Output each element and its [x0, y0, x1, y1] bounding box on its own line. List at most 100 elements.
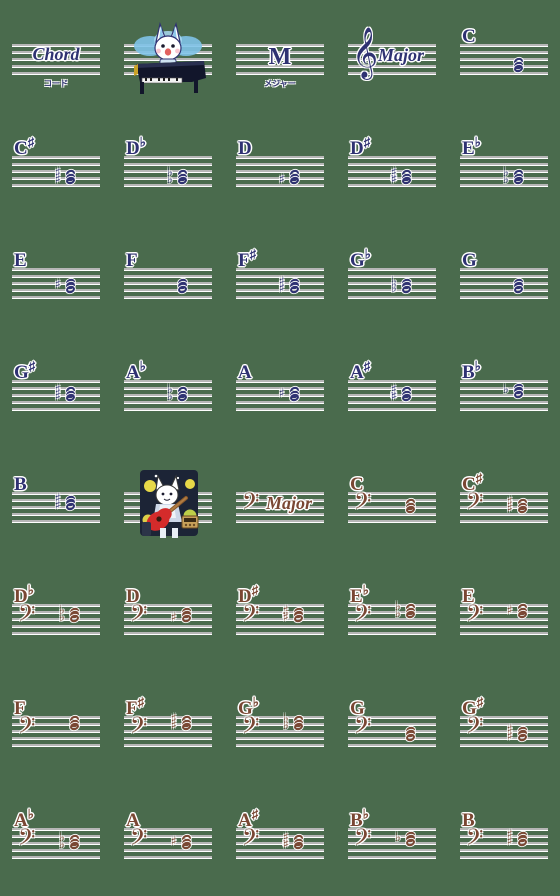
tile-content: 𝄢 D♭ ♭ ♭	[8, 576, 104, 656]
emoji-tile-chord-G[interactable]: G	[448, 224, 560, 336]
chord-notes: ♯ 𝄪 ♯	[232, 800, 328, 880]
tile-content: 𝄢 F	[8, 688, 104, 768]
chord-notes: ♯ ♯ ♯	[232, 240, 328, 320]
note-head	[513, 63, 524, 74]
emoji-tile-chord-Aflat[interactable]: A♭ ♭ ♭	[112, 336, 224, 448]
emoji-tile-bass-chord-Dsharp[interactable]: 𝄢 D♯ ♯ 𝄪 ♯	[224, 560, 336, 672]
chord-notes: ♭	[456, 352, 552, 432]
emoji-tile-chord-B[interactable]: B ♯ ♯	[0, 448, 112, 560]
emoji-tile-bass-chord-Asharp[interactable]: 𝄢 A♯ ♯ 𝄪 ♯	[224, 784, 336, 896]
tile-content: 𝄢 G♭ ♭ ♭ ♭	[232, 688, 328, 768]
emoji-tile-chord-Dflat[interactable]: D♭ ♭ ♭	[112, 112, 224, 224]
note-accidental: ♯	[507, 728, 513, 743]
emoji-tile-chord-Dsharp[interactable]: D♯ ♯ 𝄪 ♯	[336, 112, 448, 224]
emoji-tile-chord-Csharp[interactable]: C♯ ♯ ♯ ♯	[0, 112, 112, 224]
tile-content: F♯ ♯ ♯ ♯	[232, 240, 328, 320]
tile-content: G	[456, 240, 552, 320]
emoji-tile-bass-chord-Bflat[interactable]: 𝄢 B♭ ♭	[336, 784, 448, 896]
emoji-tile-major-word-treble[interactable]: 𝄞 Major	[336, 0, 448, 112]
tile-word-label: Chord	[32, 44, 80, 64]
emoji-tile-piano-rabbit[interactable]	[112, 0, 224, 112]
note-accidental: ♯	[507, 833, 513, 848]
tile-content: G♭ ♭ ♭ ♭	[344, 240, 440, 320]
note-accidental: ♭	[167, 172, 173, 186]
chord-notes: ♭ ♭	[344, 576, 440, 656]
note-head	[65, 175, 76, 186]
emoji-tile-chord-title[interactable]: Chord コード	[0, 0, 112, 112]
note-head	[293, 840, 304, 851]
emoji-tile-bass-chord-Aflat[interactable]: 𝄢 A♭ ♭ ♭	[0, 784, 112, 896]
emoji-tile-chord-E[interactable]: E ♯	[0, 224, 112, 336]
emoji-tile-bass-chord-Gflat[interactable]: 𝄢 G♭ ♭ ♭ ♭	[224, 672, 336, 784]
emoji-tile-chord-A[interactable]: A ♯	[224, 336, 336, 448]
emoji-tile-bass-chord-B[interactable]: 𝄢 B ♯ ♯	[448, 784, 560, 896]
chord-notes: ♭ ♭ ♭	[344, 240, 440, 320]
tile-content: C	[456, 16, 552, 96]
emoji-tile-bass-chord-C[interactable]: 𝄢 C	[336, 448, 448, 560]
emoji-tile-chord-Gsharp[interactable]: G♯ ♯ ♯ ♯	[0, 336, 112, 448]
chord-notes	[456, 16, 552, 96]
tile-content: E♭ ♭ ♭	[456, 128, 552, 208]
emoji-tile-chord-Asharp[interactable]: A♯ ♯ 𝄪 ♯	[336, 336, 448, 448]
emoji-tile-major-word-bass[interactable]: 𝄢 Major	[224, 448, 336, 560]
tile-content: M メジャー	[232, 16, 328, 96]
emoji-tile-bass-chord-E[interactable]: 𝄢 E ♯	[448, 560, 560, 672]
tile-kana-sublabel: メジャー	[264, 79, 296, 88]
chord-notes: ♯ ♯ ♯	[8, 352, 104, 432]
tile-content: 𝄢 G♯ ♯ ♯ ♯	[456, 688, 552, 768]
note-accidental: ♭	[167, 389, 173, 403]
chord-notes	[344, 464, 440, 544]
emoji-tile-major-M[interactable]: M メジャー	[224, 0, 336, 112]
tile-content: B♭ ♭	[456, 352, 552, 432]
emoji-tile-bass-chord-Eflat[interactable]: 𝄢 E♭ ♭ ♭	[336, 560, 448, 672]
emoji-tile-chord-F[interactable]: F	[112, 224, 224, 336]
note-head	[401, 392, 412, 403]
tile-content: A♭ ♭ ♭	[120, 352, 216, 432]
note-head	[289, 392, 300, 403]
staff-line	[12, 65, 100, 67]
note-accidental: ♯	[55, 172, 61, 186]
emoji-tile-chord-Bflat[interactable]: B♭ ♭	[448, 336, 560, 448]
emoji-tile-chord-Fsharp[interactable]: F♯ ♯ ♯ ♯	[224, 224, 336, 336]
chord-notes: ♭ ♭	[8, 800, 104, 880]
chord-notes: ♭ ♭	[120, 352, 216, 432]
emoji-tile-bass-chord-Fsharp[interactable]: 𝄢 F♯ ♯ ♯ ♯	[112, 672, 224, 784]
tile-content: G♯ ♯ ♯ ♯	[8, 352, 104, 432]
emoji-tile-guitar-rabbit[interactable]	[112, 448, 224, 560]
chord-notes: ♯ ♯	[8, 464, 104, 544]
emoji-tile-chord-Eflat[interactable]: E♭ ♭ ♭	[448, 112, 560, 224]
emoji-tile-bass-chord-Csharp[interactable]: 𝄢 C♯ ♯ ♯ ♯	[448, 448, 560, 560]
tile-content: A ♯	[232, 352, 328, 432]
note-head	[177, 175, 188, 186]
chord-notes: ♯ 𝄪 ♯	[344, 128, 440, 208]
tile-content: C♯ ♯ ♯ ♯	[8, 128, 104, 208]
emoji-tile-chord-Gflat[interactable]: G♭ ♭ ♭ ♭	[336, 224, 448, 336]
note-accidental: ♯	[171, 609, 177, 624]
tile-word-label: Major	[378, 45, 425, 65]
chord-notes	[456, 240, 552, 320]
note-accidental: ♯	[283, 837, 289, 851]
emoji-tile-bass-chord-D[interactable]: 𝄢 D ♯	[112, 560, 224, 672]
emoji-tile-bass-chord-F[interactable]: 𝄢 F	[0, 672, 112, 784]
tile-word-label: M	[268, 44, 292, 70]
tile-content: F	[120, 240, 216, 320]
note-accidental: ♯	[279, 172, 285, 186]
treble-clef-icon: 𝄞	[352, 27, 379, 78]
note-accidental: ♯	[391, 389, 397, 403]
tile-content: 𝄢 A♭ ♭ ♭	[8, 800, 104, 880]
chord-notes: ♯ ♯ ♯	[8, 128, 104, 208]
chord-notes: ♯	[120, 800, 216, 880]
emoji-tile-bass-chord-A[interactable]: 𝄢 A ♯	[112, 784, 224, 896]
chord-notes: ♯ ♯ ♯	[456, 464, 552, 544]
note-head	[289, 175, 300, 186]
note-head	[69, 840, 80, 851]
emoji-tile-chord-D[interactable]: D ♯	[224, 112, 336, 224]
note-head	[177, 392, 188, 403]
emoji-tile-bass-chord-Dflat[interactable]: 𝄢 D♭ ♭ ♭	[0, 560, 112, 672]
emoji-tile-bass-chord-Gsharp[interactable]: 𝄢 G♯ ♯ ♯ ♯	[448, 672, 560, 784]
emoji-tile-chord-C[interactable]: C	[448, 0, 560, 112]
note-accidental: ♯	[507, 501, 513, 515]
emoji-tile-bass-chord-G[interactable]: 𝄢 G	[336, 672, 448, 784]
note-accidental: ♭	[395, 830, 401, 844]
chord-notes: ♭ ♭	[456, 128, 552, 208]
